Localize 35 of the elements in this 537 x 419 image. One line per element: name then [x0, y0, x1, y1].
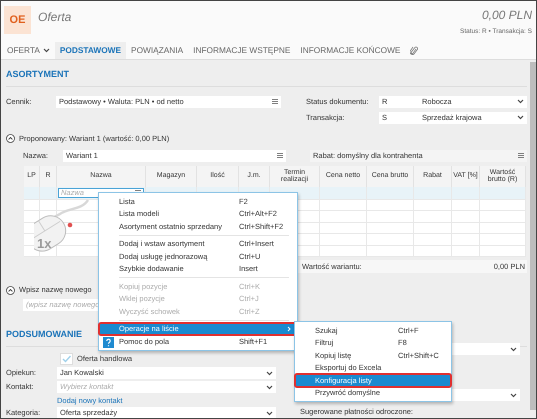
scrollbar[interactable]: [530, 62, 536, 410]
caret-icon: [266, 384, 273, 390]
checkbox[interactable]: [60, 352, 73, 364]
table-cell: [414, 186, 452, 200]
table-cell: [320, 186, 367, 200]
caret-icon: [517, 115, 524, 120]
caret-icon: [42, 48, 50, 53]
collapse-toggle[interactable]: [6, 286, 15, 294]
table-cell: [24, 186, 40, 200]
tab[interactable]: INFORMACJE KOŃCOWE: [295, 42, 406, 59]
table-cell: [367, 186, 414, 200]
tab[interactable]: POWIĄZANIA: [126, 42, 188, 59]
click-hint-tooltip: 1x: [34, 199, 90, 252]
table-cell: [24, 211, 40, 222]
caret-icon: [510, 392, 517, 398]
chevron-icon: [287, 326, 291, 332]
table-cell: [452, 186, 480, 200]
tab[interactable]: PODSTAWOWE: [54, 42, 126, 59]
document-badge: OE: [4, 6, 31, 34]
section-heading: ASORTYMENT: [6, 60, 527, 86]
caret-icon: [266, 370, 273, 376]
menu-icon: [272, 99, 278, 104]
caret-icon: [517, 99, 524, 104]
collapse-toggle[interactable]: [6, 134, 15, 143]
total-amount: 0,00 PLN: [480, 7, 532, 24]
tab[interactable]: INFORMACJE WSTĘPNE: [188, 42, 296, 59]
table-cell: [480, 186, 526, 200]
document-title: Oferta: [38, 9, 72, 26]
tab-dropdown[interactable]: OFERTA: [2, 42, 55, 59]
menu-icon: [518, 153, 524, 158]
table-cell: [40, 200, 57, 211]
caret-icon: [510, 346, 517, 352]
caret-icon: [266, 410, 273, 416]
menu-icon: [277, 153, 283, 158]
help-icon: [103, 336, 114, 347]
